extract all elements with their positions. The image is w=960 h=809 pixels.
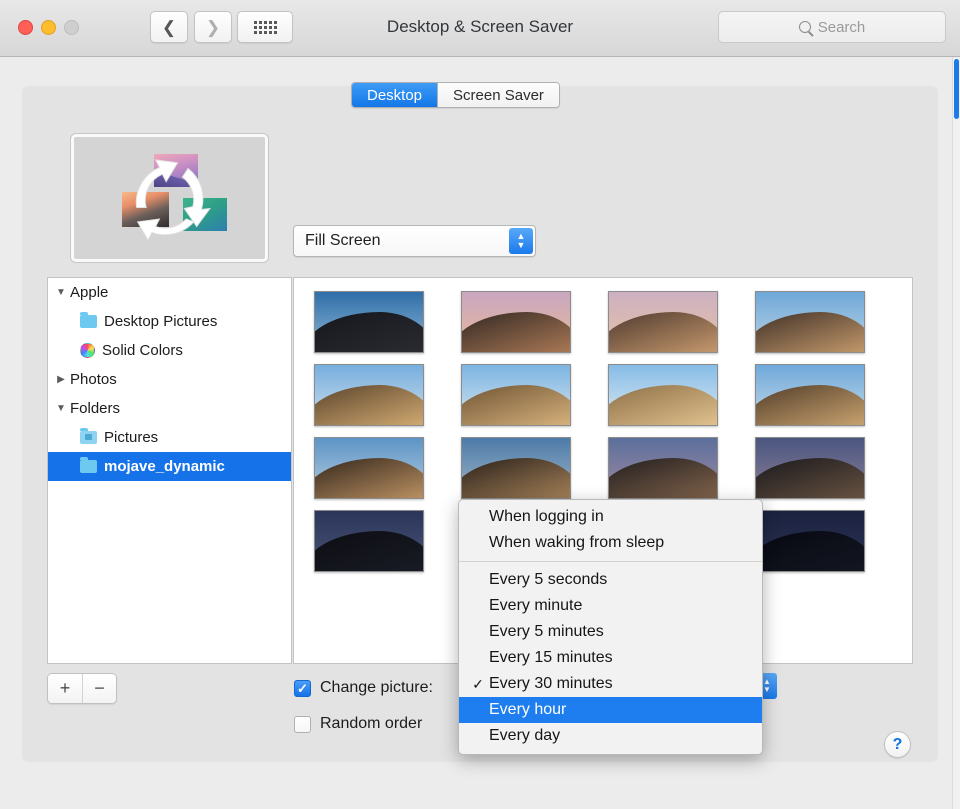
source-list-item[interactable]: ▼Folders xyxy=(48,394,291,423)
change-picture-row: Change picture: xyxy=(294,679,433,697)
interval-stepper-down-arrow: ▼ xyxy=(763,687,771,693)
wallpaper-thumbnail[interactable] xyxy=(755,364,865,426)
menu-item[interactable]: ✓Every 30 minutes xyxy=(459,671,762,697)
random-order-checkbox[interactable] xyxy=(294,716,311,733)
disclosure-open-icon[interactable]: ▼ xyxy=(54,287,68,298)
change-picture-label: Change picture: xyxy=(320,679,433,697)
rotating-pictures-icon xyxy=(74,137,265,259)
help-button[interactable]: ? xyxy=(884,731,911,758)
source-list-item[interactable]: mojave_dynamic xyxy=(48,452,291,481)
menu-item[interactable]: Every minute xyxy=(459,593,762,619)
stepper-down-arrow: ▼ xyxy=(517,242,526,249)
wallpaper-cell[interactable] xyxy=(314,437,461,510)
disclosure-closed-icon[interactable]: ▶ xyxy=(54,374,68,385)
random-order-row: Random order xyxy=(294,715,422,733)
desktop-screen-saver-window: ❮ ❯ Desktop & Screen Saver Search Deskto… xyxy=(0,0,960,809)
source-list-item-label: Photos xyxy=(70,371,117,388)
wallpaper-cell[interactable] xyxy=(314,364,461,437)
wallpaper-cell[interactable] xyxy=(755,291,902,364)
menu-item-label: Every 15 minutes xyxy=(489,649,613,667)
menu-item-label: Every 5 seconds xyxy=(489,571,607,589)
wallpaper-thumbnail[interactable] xyxy=(461,364,571,426)
source-list-item[interactable]: ▶Photos xyxy=(48,365,291,394)
picture-source-list[interactable]: ▼AppleDesktop PicturesSolid Colors▶Photo… xyxy=(47,277,292,664)
picture-fit-value: Fill Screen xyxy=(305,232,381,250)
search-icon xyxy=(799,21,811,33)
scrollbar-thumb[interactable] xyxy=(954,59,959,119)
wallpaper-cell[interactable] xyxy=(755,510,902,583)
source-list-item-label: mojave_dynamic xyxy=(104,458,225,475)
wallpaper-cell[interactable] xyxy=(755,437,902,510)
source-list-item-label: Apple xyxy=(70,284,108,301)
wallpaper-cell[interactable] xyxy=(608,291,755,364)
disclosure-open-icon[interactable]: ▼ xyxy=(54,403,68,414)
menu-item[interactable]: Every hour xyxy=(459,697,762,723)
menu-item-label: When logging in xyxy=(489,508,604,526)
wallpaper-thumbnail[interactable] xyxy=(608,437,718,499)
menu-item-label: Every 5 minutes xyxy=(489,623,604,641)
folder-icon xyxy=(80,315,97,328)
add-folder-button[interactable]: + xyxy=(48,674,82,703)
remove-folder-button[interactable]: − xyxy=(82,674,116,703)
wallpaper-thumbnail[interactable] xyxy=(608,364,718,426)
change-picture-checkbox[interactable] xyxy=(294,680,311,697)
change-picture-interval-menu[interactable]: When logging in When waking from sleep Eve… xyxy=(458,499,763,755)
random-order-label: Random order xyxy=(320,715,422,733)
tab-screen-saver-label: Screen Saver xyxy=(453,87,544,104)
window-titlebar: ❮ ❯ Desktop & Screen Saver Search xyxy=(0,0,960,57)
menu-item[interactable]: Every 15 minutes xyxy=(459,645,762,671)
desktop-picture-preview xyxy=(71,134,268,262)
menu-item-label: Every minute xyxy=(489,597,582,615)
menu-separator xyxy=(459,561,762,562)
source-list-item[interactable]: Solid Colors xyxy=(48,336,291,365)
wallpaper-cell[interactable] xyxy=(314,510,461,583)
tab-screen-saver[interactable]: Screen Saver xyxy=(437,83,559,107)
window-right-scroll-edge[interactable] xyxy=(952,57,960,809)
wallpaper-thumbnail[interactable] xyxy=(314,364,424,426)
menu-item-label: Every day xyxy=(489,727,560,745)
checkmark-icon: ✓ xyxy=(467,676,489,693)
source-list-item[interactable]: Pictures xyxy=(48,423,291,452)
wallpaper-cell[interactable] xyxy=(755,364,902,437)
menu-item[interactable]: Every 5 minutes xyxy=(459,619,762,645)
wallpaper-thumbnail[interactable] xyxy=(314,437,424,499)
stepper-up-arrow: ▲ xyxy=(517,233,526,240)
source-list-item-label: Desktop Pictures xyxy=(104,313,217,330)
wallpaper-cell[interactable] xyxy=(461,291,608,364)
wallpaper-cell[interactable] xyxy=(314,291,461,364)
picture-fit-popup-button[interactable]: Fill Screen ▲ ▼ xyxy=(293,225,536,257)
wallpaper-thumbnail[interactable] xyxy=(608,291,718,353)
wallpaper-thumbnail[interactable] xyxy=(755,437,865,499)
source-list-item-label: Solid Colors xyxy=(102,342,183,359)
tab-desktop[interactable]: Desktop xyxy=(352,83,437,107)
source-list-item-label: Folders xyxy=(70,400,120,417)
tab-desktop-label: Desktop xyxy=(367,87,422,104)
menu-item-label: Every hour xyxy=(489,701,566,719)
source-list-item[interactable]: ▼Apple xyxy=(48,278,291,307)
wallpaper-thumbnail[interactable] xyxy=(461,291,571,353)
wallpaper-thumbnail[interactable] xyxy=(755,291,865,353)
color-wheel-icon xyxy=(80,343,95,358)
source-list-item[interactable]: Desktop Pictures xyxy=(48,307,291,336)
add-remove-folder-buttons: + − xyxy=(47,673,117,704)
tab-bar: Desktop Screen Saver xyxy=(351,82,560,108)
menu-item[interactable]: When logging in xyxy=(459,504,762,530)
wallpaper-cell[interactable] xyxy=(608,364,755,437)
menu-item-label: Every 30 minutes xyxy=(489,675,613,693)
wallpaper-thumbnail[interactable] xyxy=(755,510,865,572)
camera-folder-icon xyxy=(80,431,97,444)
source-list-item-label: Pictures xyxy=(104,429,158,446)
menu-item-label: When waking from sleep xyxy=(489,534,664,552)
search-placeholder: Search xyxy=(818,19,866,36)
wallpaper-cell[interactable] xyxy=(461,364,608,437)
menu-item[interactable]: Every day xyxy=(459,723,762,749)
menu-item[interactable]: Every 5 seconds xyxy=(459,567,762,593)
popup-stepper-arrows[interactable]: ▲ ▼ xyxy=(509,228,533,254)
folder-icon xyxy=(80,460,97,473)
menu-item[interactable]: When waking from sleep xyxy=(459,530,762,556)
wallpaper-thumbnail[interactable] xyxy=(314,510,424,572)
wallpaper-thumbnail[interactable] xyxy=(314,291,424,353)
wallpaper-thumbnail[interactable] xyxy=(461,437,571,499)
search-field[interactable]: Search xyxy=(718,11,946,43)
